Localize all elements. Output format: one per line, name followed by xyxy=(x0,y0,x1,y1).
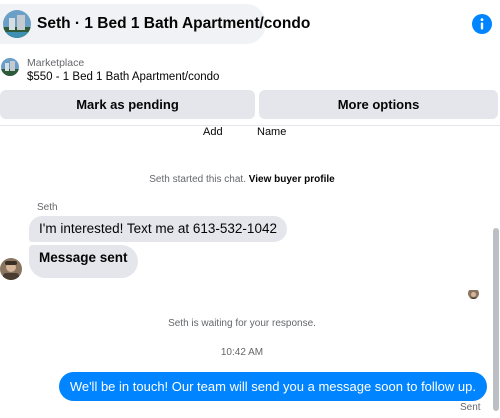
chat-started-notice: Seth started this chat. View buyer profi… xyxy=(0,174,484,185)
mark-as-pending-button[interactable]: Mark as pending xyxy=(0,90,255,119)
waiting-notice: Seth is waiting for your response. xyxy=(168,318,316,329)
seen-indicator-avatar xyxy=(468,288,479,299)
chat-header: Seth · 1 Bed 1 Bath Apartment/condo xyxy=(0,0,500,50)
sender-name: Seth xyxy=(37,202,58,213)
chat-started-text: Seth started this chat. xyxy=(149,174,246,185)
more-options-button[interactable]: More options xyxy=(259,90,498,119)
add-label[interactable]: Add xyxy=(203,126,223,138)
header-divider xyxy=(0,125,500,126)
listing-avatar xyxy=(3,10,31,38)
name-label[interactable]: Name xyxy=(257,126,286,138)
listing-summary[interactable]: $550 - 1 Bed 1 Bath Apartment/condo xyxy=(27,71,219,83)
message-timestamp: 10:42 AM xyxy=(220,347,264,358)
chat-scrollbar[interactable] xyxy=(493,228,499,411)
view-buyer-profile-link[interactable]: View buyer profile xyxy=(249,174,335,185)
incoming-message[interactable]: I'm interested! Text me at 613-532-1042 xyxy=(29,216,287,242)
outgoing-message[interactable]: We'll be in touch! Our team will send yo… xyxy=(58,372,487,401)
message-status: Sent xyxy=(460,402,481,413)
info-icon[interactable] xyxy=(472,14,492,34)
incoming-message[interactable]: Message sent xyxy=(29,245,138,278)
marketplace-label: Marketplace xyxy=(27,57,85,69)
conversation-title: Seth · 1 Bed 1 Bath Apartment/condo xyxy=(37,15,311,32)
marketplace-listing-thumbnail[interactable] xyxy=(1,58,19,76)
messenger-chat-window: Seth · 1 Bed 1 Bath Apartment/condo Mark… xyxy=(0,0,500,418)
conversation-title-button[interactable]: Seth · 1 Bed 1 Bath Apartment/condo xyxy=(0,4,310,44)
sender-avatar[interactable] xyxy=(0,258,22,280)
